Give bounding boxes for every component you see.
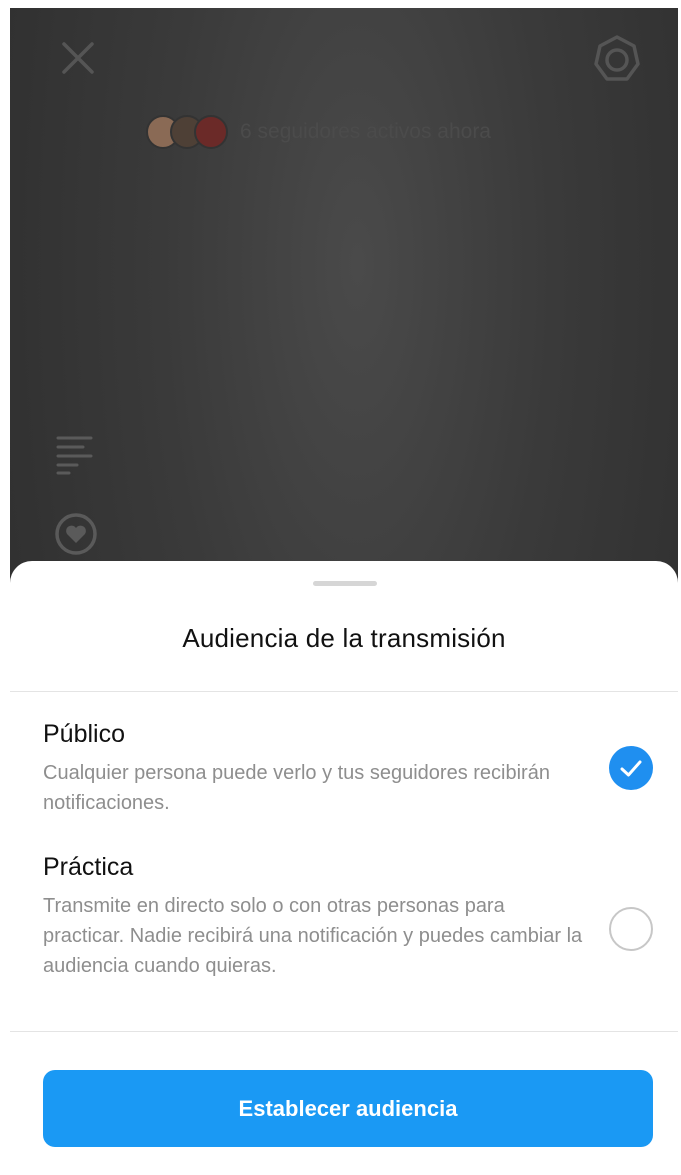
- avatar: [194, 115, 228, 149]
- set-audience-button[interactable]: Establecer audiencia: [43, 1070, 653, 1147]
- option-public[interactable]: Público Cualquier persona puede verlo y …: [43, 718, 653, 818]
- option-public-radio[interactable]: [609, 746, 653, 790]
- sheet-grabber[interactable]: [313, 581, 377, 586]
- audience-bottom-sheet: Audiencia de la transmisión Público Cual…: [10, 561, 678, 1175]
- option-public-label: Público: [43, 720, 125, 748]
- close-icon[interactable]: [58, 38, 98, 78]
- gear-icon[interactable]: [592, 34, 642, 84]
- sheet-title: Audiencia de la transmisión: [182, 623, 506, 653]
- comments-icon[interactable]: [55, 432, 97, 476]
- badge-icon[interactable]: [52, 510, 100, 558]
- option-practice[interactable]: Práctica Transmite en directo solo o con…: [43, 851, 653, 981]
- checkmark-icon: [620, 760, 642, 777]
- option-practice-description: Transmite en directo solo o con otras pe…: [43, 895, 583, 977]
- option-public-description: Cualquier persona puede verlo y tus segu…: [43, 762, 550, 814]
- option-practice-radio[interactable]: [609, 907, 653, 951]
- live-camera-screen: 6 seguidores activos ahora Audiencia de …: [10, 8, 678, 1175]
- divider: [10, 1031, 678, 1032]
- divider: [10, 691, 678, 692]
- viewers-count-text: 6 seguidores activos ahora: [240, 120, 491, 143]
- active-viewers: 6 seguidores activos ahora: [146, 112, 491, 152]
- option-practice-label: Práctica: [43, 853, 134, 881]
